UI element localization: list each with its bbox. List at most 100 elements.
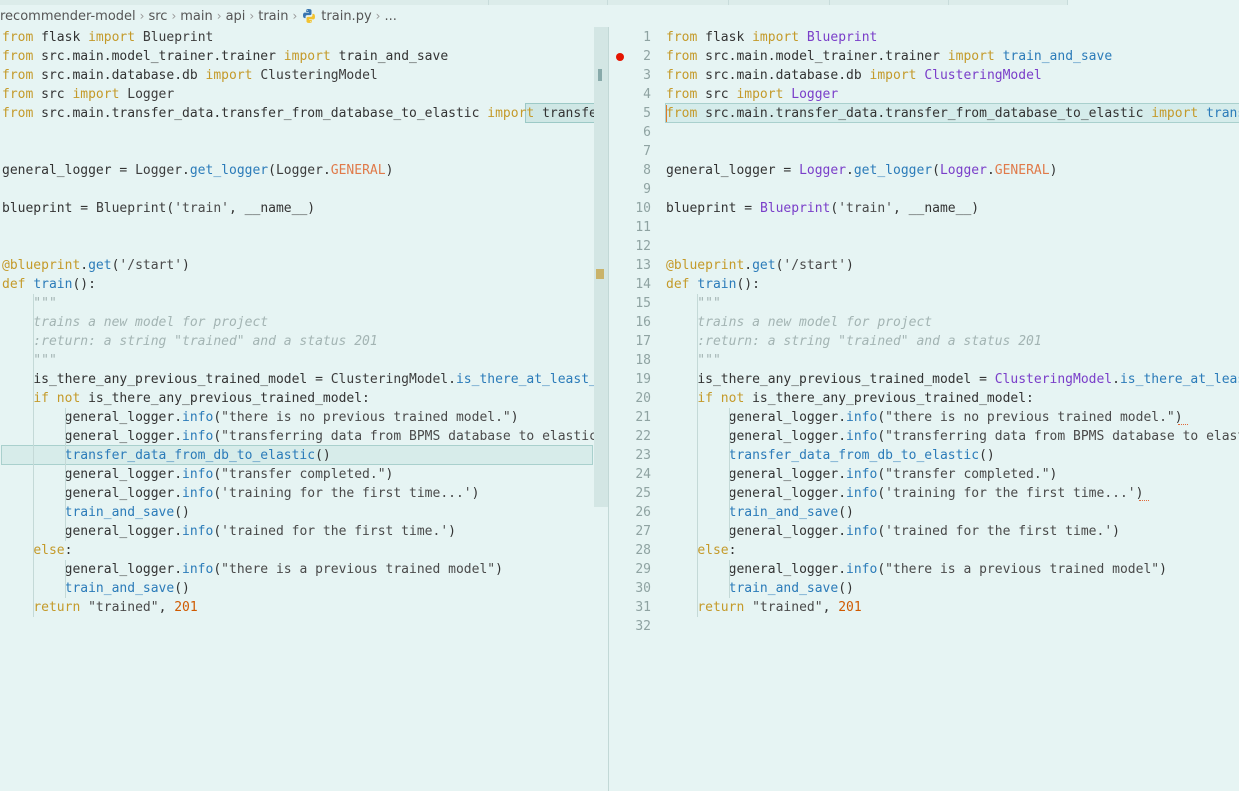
code-line[interactable]: blueprint = Blueprint('train', __name__): [666, 199, 979, 218]
line-number[interactable]: 26: [611, 503, 651, 522]
code-line[interactable]: from src.main.transfer_data.transfer_fro…: [2, 104, 594, 123]
line-number[interactable]: 25: [611, 484, 651, 503]
line-number[interactable]: 15: [611, 294, 651, 313]
line-number[interactable]: 21: [611, 408, 651, 427]
code-line[interactable]: general_logger = Logger.get_logger(Logge…: [666, 161, 1057, 180]
line-number[interactable]: 7: [611, 142, 651, 161]
tab-6[interactable]: [949, 0, 1068, 5]
line-number[interactable]: 12: [611, 237, 651, 256]
code-line[interactable]: general_logger.info("there is no previou…: [2, 408, 519, 427]
line-number[interactable]: 30: [611, 579, 651, 598]
line-number[interactable]: 19: [611, 370, 651, 389]
code-line[interactable]: train_and_save(): [2, 579, 190, 598]
code-line[interactable]: trains a new model for project: [666, 313, 932, 332]
code-line[interactable]: """: [666, 294, 721, 313]
code-line[interactable]: from src.main.model_trainer.trainer impo…: [666, 47, 1112, 66]
code-line[interactable]: from src.main.database.db import Cluster…: [666, 66, 1042, 85]
code-line[interactable]: @blueprint.get('/start'): [666, 256, 854, 275]
code-line[interactable]: is_there_any_previous_trained_model = Cl…: [666, 370, 1239, 389]
line-number[interactable]: 17: [611, 332, 651, 351]
breadcrumb-item-file[interactable]: train.py: [321, 9, 371, 24]
code-line[interactable]: from flask import Blueprint: [2, 28, 213, 47]
code-line[interactable]: from src import Logger: [666, 85, 838, 104]
code-line[interactable]: """: [2, 294, 57, 313]
breadcrumb-item-project[interactable]: recommender-model: [0, 9, 136, 24]
line-number[interactable]: 14: [611, 275, 651, 294]
line-number[interactable]: 24: [611, 465, 651, 484]
breadcrumb-item-api[interactable]: api: [226, 9, 246, 24]
code-line[interactable]: general_logger = Logger.get_logger(Logge…: [2, 161, 393, 180]
lint-warning-squiggle[interactable]: [1178, 422, 1189, 425]
line-number[interactable]: 1: [611, 28, 651, 47]
line-number[interactable]: 11: [611, 218, 651, 237]
code-line[interactable]: def train():: [666, 275, 760, 294]
code-line[interactable]: general_logger.info('training for the fi…: [2, 484, 480, 503]
code-line[interactable]: @blueprint.get('/start'): [2, 256, 190, 275]
code-line[interactable]: train_and_save(): [666, 579, 854, 598]
line-number[interactable]: 22: [611, 427, 651, 446]
code-line[interactable]: if not is_there_any_previous_trained_mod…: [666, 389, 1034, 408]
code-line[interactable]: general_logger.info("there is no previou…: [666, 408, 1183, 427]
line-number[interactable]: 20: [611, 389, 651, 408]
scrollbar-thumb[interactable]: [598, 69, 602, 81]
line-number[interactable]: 6: [611, 123, 651, 142]
breadcrumb-item-train[interactable]: train: [258, 9, 288, 24]
code-line[interactable]: general_logger.info("transfer completed.…: [666, 465, 1058, 484]
code-line[interactable]: general_logger.info("there is a previous…: [666, 560, 1167, 579]
line-number[interactable]: 16: [611, 313, 651, 332]
code-line[interactable]: trains a new model for project: [2, 313, 268, 332]
code-line[interactable]: general_logger.info('trained for the fir…: [666, 522, 1120, 541]
breadcrumb-item-src[interactable]: src: [148, 9, 167, 24]
code-line[interactable]: return "trained", 201: [2, 598, 197, 617]
line-number[interactable]: 18: [611, 351, 651, 370]
code-line[interactable]: general_logger.info('training for the fi…: [666, 484, 1144, 503]
line-number[interactable]: 3: [611, 66, 651, 85]
code-line[interactable]: from src.main.transfer_data.transfer_fro…: [666, 104, 1239, 123]
line-number[interactable]: 31: [611, 598, 651, 617]
tab-3[interactable]: [608, 0, 729, 5]
line-number[interactable]: 5: [611, 104, 651, 123]
code-line[interactable]: general_logger.info("transferring data f…: [666, 427, 1239, 446]
code-line[interactable]: """: [666, 351, 721, 370]
line-number[interactable]: 8: [611, 161, 651, 180]
lint-warning-squiggle[interactable]: [1139, 498, 1150, 501]
code-line[interactable]: return "trained", 201: [666, 598, 861, 617]
line-number[interactable]: 4: [611, 85, 651, 104]
line-number[interactable]: 13: [611, 256, 651, 275]
tab-active[interactable]: [0, 0, 489, 5]
code-line[interactable]: from src.main.database.db import Cluster…: [2, 66, 378, 85]
code-line[interactable]: general_logger.info("transfer completed.…: [2, 465, 394, 484]
editor-left[interactable]: from flask import Blueprint from src.main…: [0, 27, 594, 791]
code-line[interactable]: else:: [2, 541, 72, 560]
code-line[interactable]: def train():: [2, 275, 96, 294]
breadcrumb-item-more[interactable]: ...: [384, 9, 396, 24]
code-line[interactable]: general_logger.info("there is a previous…: [2, 560, 503, 579]
code-line[interactable]: :return: a string "trained" and a status…: [666, 332, 1041, 351]
tab-2[interactable]: [489, 0, 608, 5]
code-line[interactable]: transfer_data_from_db_to_elastic(): [666, 446, 995, 465]
editor-tab-strip[interactable]: [0, 0, 1239, 5]
code-line[interactable]: from flask import Blueprint: [666, 28, 877, 47]
scrollbar[interactable]: [594, 27, 608, 507]
code-line[interactable]: general_logger.info("transferring data f…: [2, 427, 594, 446]
code-line[interactable]: train_and_save(): [666, 503, 854, 522]
code-line[interactable]: train_and_save(): [2, 503, 190, 522]
code-line[interactable]: transfer_data_from_db_to_elastic(): [2, 446, 331, 465]
line-number[interactable]: 32: [611, 617, 651, 636]
breadcrumb-item-main[interactable]: main: [180, 9, 212, 24]
code-line[interactable]: general_logger.info('trained for the fir…: [2, 522, 456, 541]
line-number[interactable]: 28: [611, 541, 651, 560]
editor-right[interactable]: 1 from flask import Blueprint 2 from src.ma…: [609, 27, 1239, 791]
line-number[interactable]: 9: [611, 180, 651, 199]
line-number[interactable]: 10: [611, 199, 651, 218]
code-line[interactable]: :return: a string "trained" and a status…: [2, 332, 377, 351]
breakpoint-dot-icon[interactable]: [616, 53, 624, 61]
line-number[interactable]: 29: [611, 560, 651, 579]
code-line[interactable]: is_there_any_previous_trained_model = Cl…: [2, 370, 594, 389]
tab-4[interactable]: [729, 0, 830, 5]
code-line[interactable]: else:: [666, 541, 736, 560]
code-line[interactable]: """: [2, 351, 57, 370]
tab-5[interactable]: [830, 0, 949, 5]
code-line[interactable]: from src.main.model_trainer.trainer impo…: [2, 47, 448, 66]
code-line[interactable]: from src import Logger: [2, 85, 174, 104]
